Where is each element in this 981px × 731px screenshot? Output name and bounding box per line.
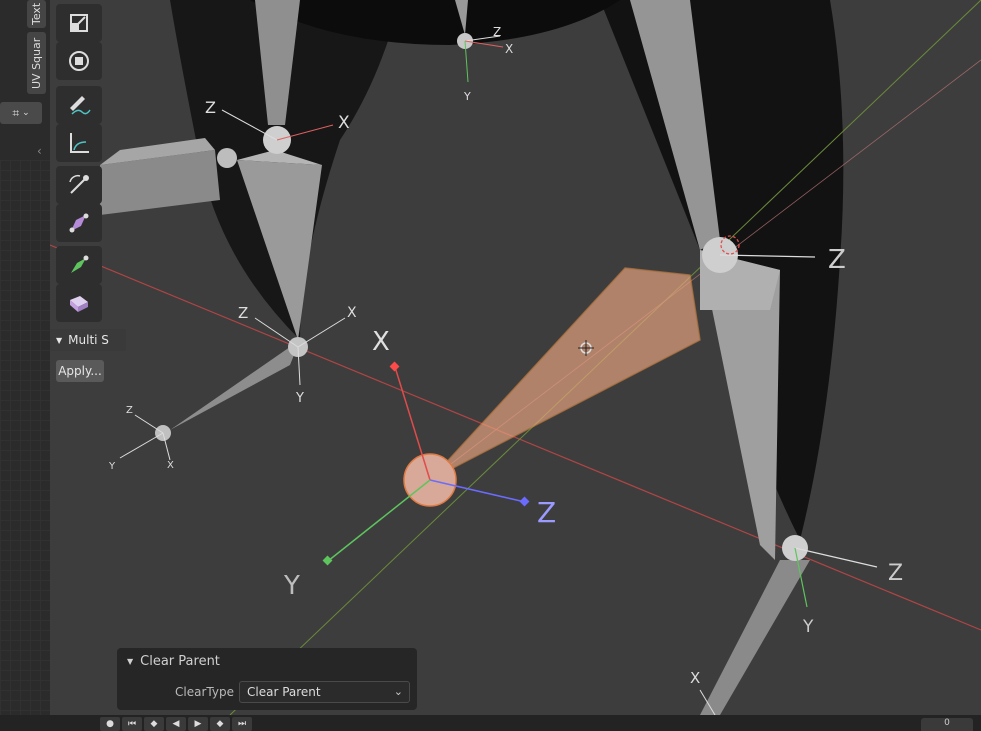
next-keyframe-icon: ◆ <box>216 719 224 729</box>
tab-text[interactable]: Text <box>27 0 46 28</box>
operator-title: Clear Parent <box>140 654 220 669</box>
play-button[interactable]: ▶ <box>188 717 208 731</box>
svg-text:Z: Z <box>828 245 846 275</box>
disclosure-triangle-icon: ▼ <box>56 335 63 345</box>
envelope-tool-button[interactable] <box>56 246 102 284</box>
multi-panel-title: Multi S <box>68 333 109 347</box>
next-keyframe-button[interactable]: ◆ <box>210 717 230 731</box>
svg-text:Z: Z <box>888 561 903 586</box>
prev-keyframe-button[interactable]: ◆ <box>144 717 164 731</box>
play-icon: ▶ <box>194 719 202 729</box>
jump-start-icon: ⏮ <box>127 719 137 729</box>
chevron-down-icon: ⌄ <box>393 685 403 698</box>
scale-icon <box>70 14 88 32</box>
apply-button[interactable]: Apply... <box>56 360 104 382</box>
svg-text:Y: Y <box>802 617 814 637</box>
multi-panel-header[interactable]: ▼ Multi S <box>50 329 126 351</box>
jump-end-button[interactable]: ⏭ <box>232 717 252 731</box>
transform-icon <box>69 51 89 71</box>
svg-text:Z: Z <box>205 98 216 117</box>
svg-text:X: X <box>505 42 513 56</box>
annotate-tool-button[interactable] <box>56 86 102 124</box>
operator-panel: ▼ Clear Parent ClearType Clear Parent ⌄ <box>117 648 417 710</box>
clear-type-value: Clear Parent <box>247 685 321 699</box>
bone-size-icon <box>69 213 89 233</box>
scale-tool-button[interactable] <box>56 4 102 42</box>
bone-size-tool-button[interactable] <box>56 204 102 242</box>
clear-type-select[interactable]: Clear Parent ⌄ <box>239 681 410 703</box>
svg-text:X: X <box>338 113 350 133</box>
operator-panel-header[interactable]: ▼ Clear Parent <box>127 654 220 669</box>
tab-uv-squares[interactable]: UV Squar <box>27 32 46 94</box>
measure-icon <box>70 133 89 153</box>
box-tool-button[interactable] <box>56 284 102 322</box>
play-reverse-icon: ◀ <box>172 719 180 729</box>
transform-tool-button[interactable] <box>56 42 102 80</box>
svg-text:X: X <box>347 305 357 321</box>
current-frame-field[interactable]: 0 <box>921 718 973 731</box>
armature-scene: X Z Y Z X Z X Y Z Y X Z Z Y Z X Y X <box>50 0 981 715</box>
svg-text:Z: Z <box>493 25 501 39</box>
box-icon <box>70 296 88 312</box>
svg-text:X: X <box>690 669 700 687</box>
collapse-arrow-icon[interactable]: ‹ <box>37 144 42 158</box>
svg-text:Y: Y <box>283 571 300 601</box>
measure-tool-button[interactable] <box>56 124 102 162</box>
clear-type-label: ClearType <box>175 685 234 699</box>
svg-text:Z: Z <box>537 496 556 529</box>
left-editor-strip: Text UV Squar ⌗ ⌄ ‹ <box>0 0 50 715</box>
playback-controls: ● ⏮ ◆ ◀ ▶ ◆ ⏭ <box>100 717 252 731</box>
chevron-down-icon: ⌄ <box>22 108 30 118</box>
annotate-icon <box>70 96 91 115</box>
snap-dropdown-button[interactable]: ⌗ ⌄ <box>0 102 42 124</box>
jump-end-icon: ⏭ <box>237 719 247 729</box>
svg-text:Z: Z <box>238 304 248 322</box>
prev-keyframe-icon: ◆ <box>150 719 158 729</box>
record-icon: ● <box>106 719 114 729</box>
timeline-bar: ● ⏮ ◆ ◀ ▶ ◆ ⏭ 0 <box>0 715 981 731</box>
svg-text:Y: Y <box>463 90 471 103</box>
play-reverse-button[interactable]: ◀ <box>166 717 186 731</box>
bone-roll-icon <box>69 174 89 194</box>
jump-start-button[interactable]: ⏮ <box>122 717 142 731</box>
bone-roll-tool-button[interactable] <box>56 166 102 204</box>
record-button[interactable]: ● <box>100 717 120 731</box>
3d-viewport[interactable]: X Z Y Z X Z X Y Z Y X Z Z Y Z X Y X <box>50 0 981 715</box>
svg-text:Y: Y <box>295 391 304 406</box>
svg-text:Z: Z <box>126 405 133 416</box>
svg-text:X: X <box>167 460 174 471</box>
svg-text:Y: Y <box>108 461 116 472</box>
snap-icon: ⌗ <box>12 105 20 120</box>
envelope-icon <box>71 255 89 273</box>
uv-grid <box>0 160 50 715</box>
svg-text:X: X <box>372 327 390 357</box>
sidebar-tabs: Text UV Squar <box>27 0 46 100</box>
disclosure-triangle-icon: ▼ <box>127 657 134 666</box>
